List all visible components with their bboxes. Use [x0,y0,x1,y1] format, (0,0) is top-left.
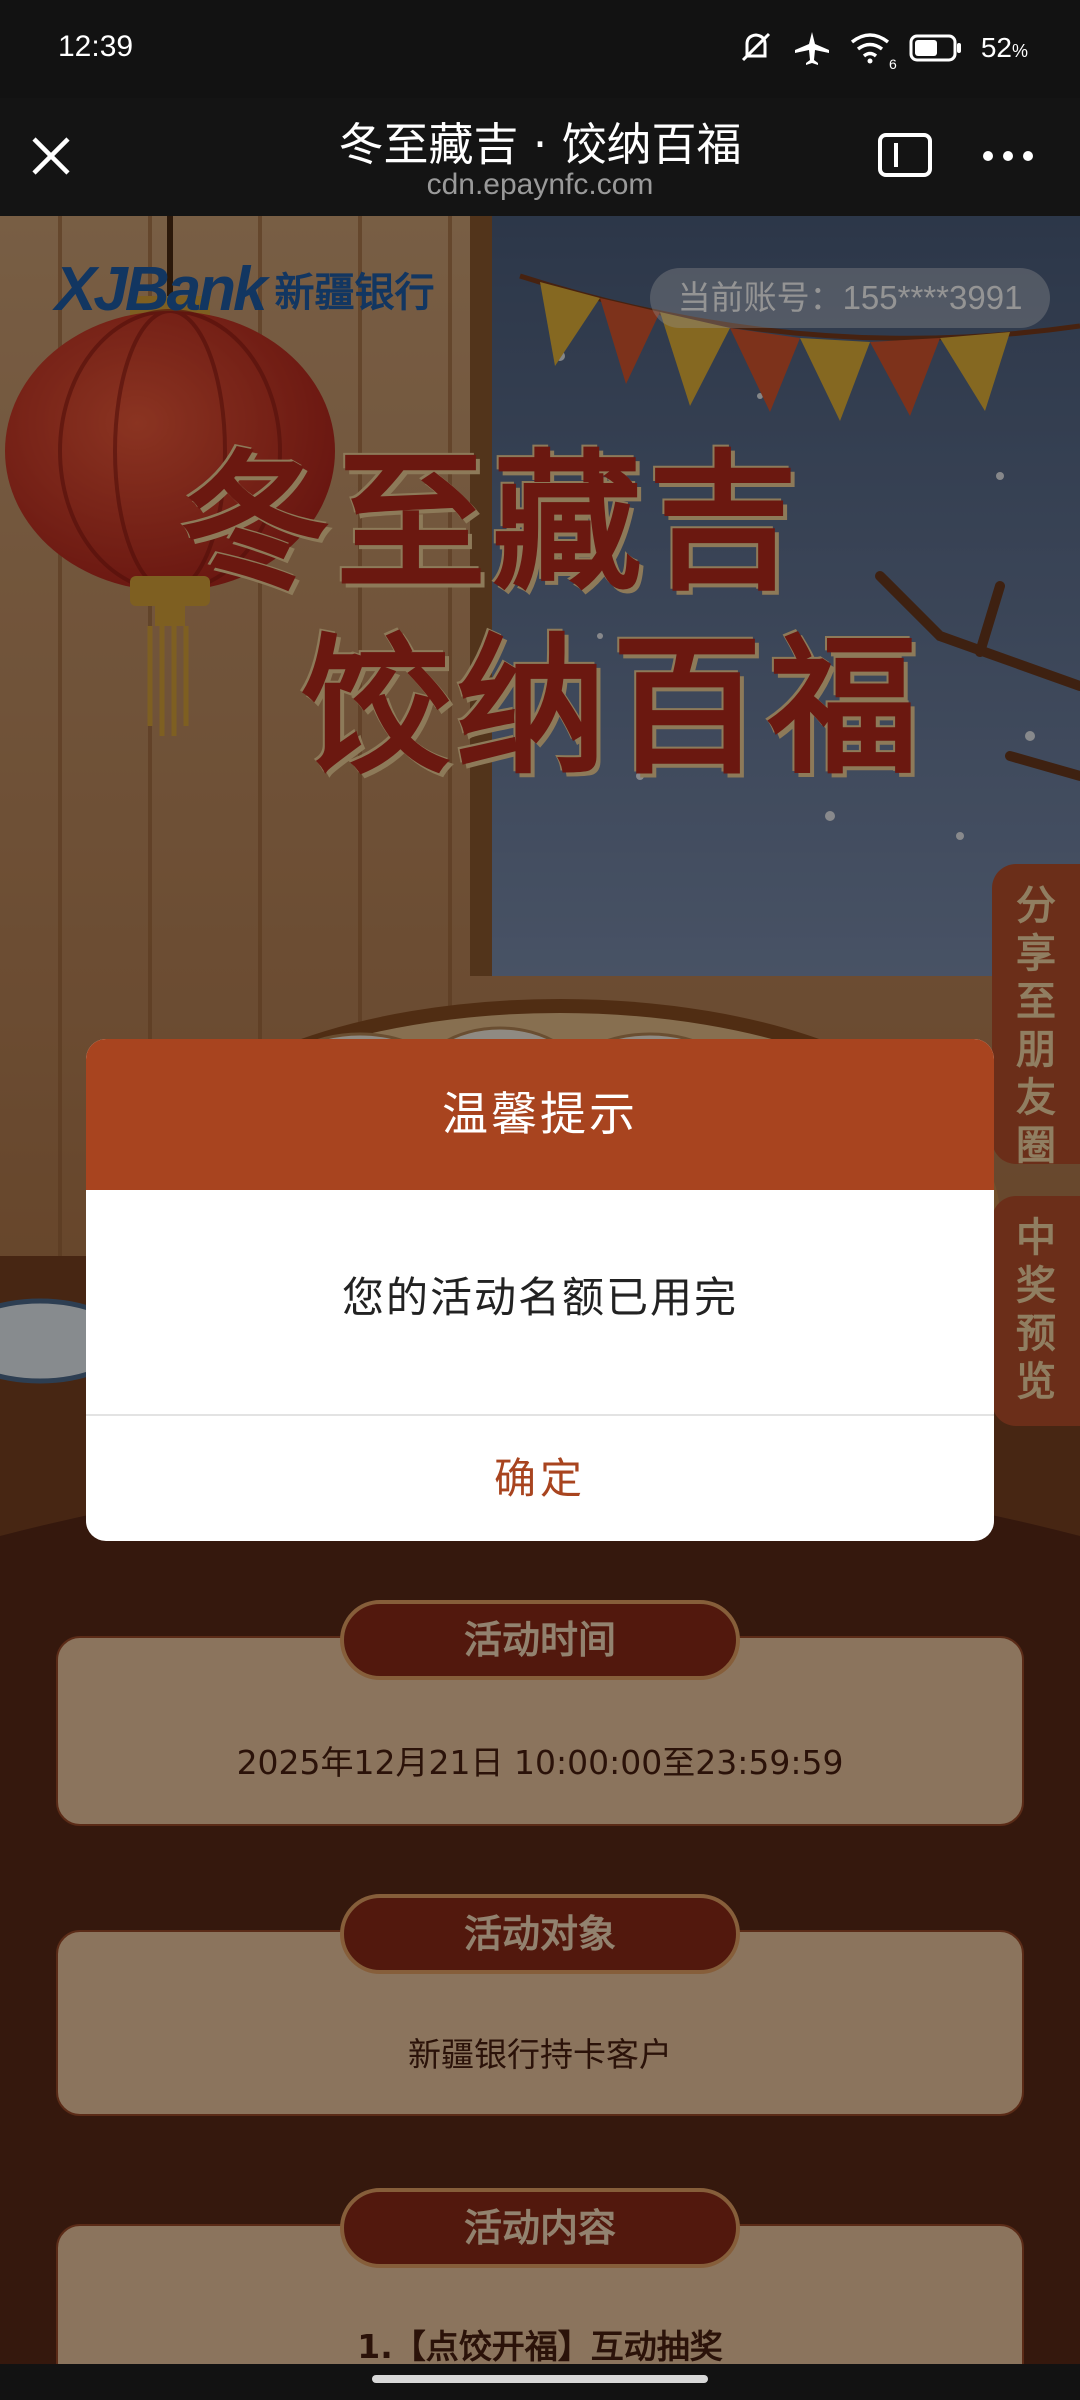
battery-percent: 52% [980,32,1028,63]
more-icon[interactable] [982,142,1034,170]
battery-icon [909,34,961,62]
confirm-button[interactable]: 确定 [86,1416,994,1541]
dialog-message: 您的活动名额已用完 [341,1273,738,1322]
airplane-icon [794,32,829,65]
network-label: 6 [889,56,897,72]
mute-icon [741,32,770,62]
window-icon[interactable] [878,133,932,177]
dialog-title: 温馨提示 [86,1039,994,1190]
wifi-icon: 6 [849,30,897,72]
notice-dialog: 温馨提示 您的活动名额已用完 确定 [86,1039,994,1541]
status-time: 12:39 [58,30,134,63]
home-indicator[interactable] [372,2375,708,2383]
status-icons: 6 52% [737,28,1028,72]
